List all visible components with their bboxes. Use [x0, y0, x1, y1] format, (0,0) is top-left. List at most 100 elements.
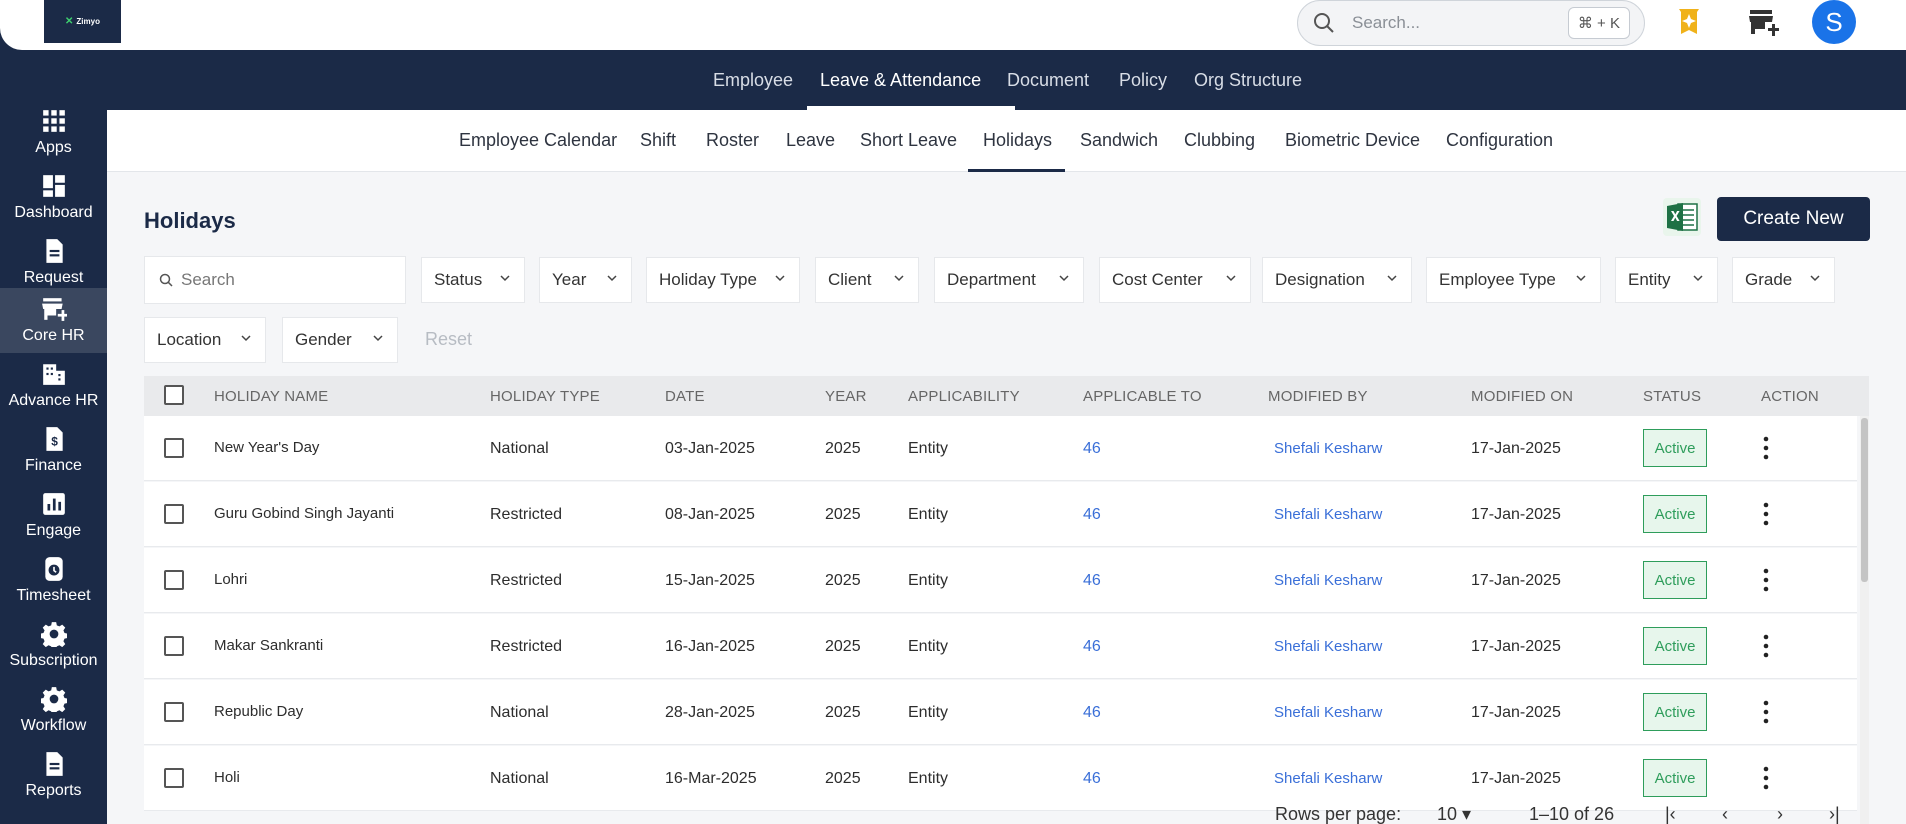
more-vertical-icon[interactable]	[1763, 700, 1769, 724]
select-all-checkbox[interactable]	[164, 385, 184, 405]
modified-by-link[interactable]: Shefali Kesharw	[1274, 572, 1382, 589]
filter-location[interactable]: Location	[144, 317, 266, 363]
table-row[interactable]: Makar Sankranti Restricted 16-Jan-2025 2…	[144, 614, 1857, 679]
applicable-to-link[interactable]: 46	[1083, 572, 1101, 590]
filter-search-input[interactable]: Search	[144, 256, 406, 304]
column-header[interactable]: MODIFIED ON	[1471, 388, 1573, 405]
filter-holiday-type[interactable]: Holiday Type	[646, 257, 800, 303]
first-page-icon[interactable]: |‹	[1665, 804, 1676, 824]
sidebar-item-workflow[interactable]: Workflow	[0, 678, 107, 743]
filter-department[interactable]: Department	[934, 257, 1084, 303]
row-checkbox[interactable]	[164, 702, 184, 722]
chevron-down-icon	[1693, 275, 1703, 282]
applicable-to-link[interactable]: 46	[1083, 704, 1101, 722]
modified-by-link[interactable]: Shefali Kesharw	[1274, 770, 1382, 787]
holiday-date: 16-Mar-2025	[665, 770, 757, 787]
company-logo[interactable]: ✕ Zimyo	[44, 0, 121, 43]
filter-grade[interactable]: Grade	[1732, 257, 1835, 303]
more-vertical-icon[interactable]	[1763, 766, 1769, 790]
applicable-to-link[interactable]: 46	[1083, 638, 1101, 656]
subtab-clubbing[interactable]: Clubbing	[1184, 130, 1255, 151]
excel-export-button[interactable]	[1663, 198, 1701, 236]
more-vertical-icon[interactable]	[1763, 436, 1769, 460]
sidebar-item-dashboard[interactable]: Dashboard	[0, 165, 107, 230]
sidebar-item-reports[interactable]: Reports	[0, 743, 107, 808]
column-header[interactable]: HOLIDAY TYPE	[490, 388, 600, 405]
column-header[interactable]: MODIFIED BY	[1268, 388, 1368, 405]
subtab-biometric-device[interactable]: Biometric Device	[1285, 130, 1420, 151]
subtab-leave[interactable]: Leave	[786, 130, 835, 151]
table-row[interactable]: Holi National 16-Mar-2025 2025 Entity 46…	[144, 746, 1857, 811]
applicability: Entity	[908, 506, 949, 523]
column-header[interactable]: DATE	[665, 388, 705, 405]
column-header[interactable]: YEAR	[825, 388, 867, 405]
subtab-short-leave[interactable]: Short Leave	[860, 130, 957, 151]
more-vertical-icon[interactable]	[1763, 568, 1769, 592]
create-new-button[interactable]: Create New	[1717, 197, 1870, 241]
store-add-icon[interactable]	[1748, 8, 1780, 38]
column-header[interactable]: ACTION	[1761, 388, 1819, 405]
filter-entity[interactable]: Entity	[1615, 257, 1718, 303]
sidebar-item-timesheet[interactable]: Timesheet	[0, 548, 107, 613]
filter-designation[interactable]: Designation	[1262, 257, 1412, 303]
filter-client[interactable]: Client	[815, 257, 919, 303]
status-badge: Active	[1643, 759, 1707, 797]
subtab-employee-calendar[interactable]: Employee Calendar	[459, 130, 617, 151]
table-row[interactable]: Lohri Restricted 15-Jan-2025 2025 Entity…	[144, 548, 1857, 613]
row-checkbox[interactable]	[164, 504, 184, 524]
tab-org-structure[interactable]: Org Structure	[1194, 70, 1302, 91]
sidebar-item-finance[interactable]: $ Finance	[0, 418, 107, 483]
sidebar-item-engage[interactable]: Engage	[0, 483, 107, 548]
filter-employee-type[interactable]: Employee Type	[1426, 257, 1601, 303]
row-checkbox[interactable]	[164, 570, 184, 590]
modified-by-link[interactable]: Shefali Kesharw	[1274, 704, 1382, 721]
subtab-roster[interactable]: Roster	[706, 130, 759, 151]
subtab-holidays[interactable]: Holidays	[983, 130, 1052, 151]
tab-employee[interactable]: Employee	[713, 70, 793, 91]
user-avatar[interactable]: S	[1812, 0, 1856, 44]
last-page-icon[interactable]: ›|	[1829, 804, 1840, 824]
ai-sparkle-icon[interactable]	[1676, 8, 1702, 36]
reset-filters-button[interactable]: Reset	[425, 329, 472, 350]
row-checkbox[interactable]	[164, 438, 184, 458]
next-page-icon[interactable]: ›	[1777, 804, 1783, 824]
sidebar-item-subscription[interactable]: Subscription	[0, 613, 107, 678]
table-row[interactable]: Republic Day National 28-Jan-2025 2025 E…	[144, 680, 1857, 745]
search-icon	[159, 273, 173, 287]
applicable-to-link[interactable]: 46	[1083, 506, 1101, 524]
subtab-shift[interactable]: Shift	[640, 130, 676, 151]
subtab-configuration[interactable]: Configuration	[1446, 130, 1553, 151]
modified-by-link[interactable]: Shefali Kesharw	[1274, 638, 1382, 655]
tab-document[interactable]: Document	[1007, 70, 1089, 91]
modified-by-link[interactable]: Shefali Kesharw	[1274, 506, 1382, 523]
applicable-to-link[interactable]: 46	[1083, 770, 1101, 788]
search-shortcut: ⌘ + K	[1567, 7, 1630, 39]
filter-year[interactable]: Year	[539, 257, 632, 303]
column-header[interactable]: STATUS	[1643, 388, 1701, 405]
column-header[interactable]: APPLICABLE TO	[1083, 388, 1202, 405]
sidebar-item-request[interactable]: Request	[0, 230, 107, 295]
row-checkbox[interactable]	[164, 768, 184, 788]
applicable-to-link[interactable]: 46	[1083, 440, 1101, 458]
global-search[interactable]: Search... ⌘ + K	[1297, 0, 1645, 46]
table-row[interactable]: New Year's Day National 03-Jan-2025 2025…	[144, 416, 1857, 481]
filter-cost-center[interactable]: Cost Center	[1099, 257, 1251, 303]
row-checkbox[interactable]	[164, 636, 184, 656]
table-scrollbar-thumb[interactable]	[1861, 418, 1868, 582]
tab-policy[interactable]: Policy	[1119, 70, 1167, 91]
column-header[interactable]: APPLICABILITY	[908, 388, 1020, 405]
filter-gender[interactable]: Gender	[282, 317, 398, 363]
sidebar-item-advance-hr[interactable]: Advance HR	[0, 353, 107, 418]
subtab-sandwich[interactable]: Sandwich	[1080, 130, 1158, 151]
column-header[interactable]: HOLIDAY NAME	[214, 388, 328, 405]
sidebar-item-apps[interactable]: Apps	[0, 100, 107, 165]
tab-leave-attendance[interactable]: Leave & Attendance	[820, 70, 981, 91]
sidebar-item-core-hr[interactable]: Core HR	[0, 288, 107, 353]
modified-by-link[interactable]: Shefali Kesharw	[1274, 440, 1382, 457]
more-vertical-icon[interactable]	[1763, 634, 1769, 658]
previous-page-icon[interactable]: ‹	[1722, 804, 1728, 824]
more-vertical-icon[interactable]	[1763, 502, 1769, 526]
rows-per-page-select[interactable]: 10 ▾	[1437, 804, 1471, 824]
filter-status[interactable]: Status	[421, 257, 525, 303]
table-row[interactable]: Guru Gobind Singh Jayanti Restricted 08-…	[144, 482, 1857, 547]
